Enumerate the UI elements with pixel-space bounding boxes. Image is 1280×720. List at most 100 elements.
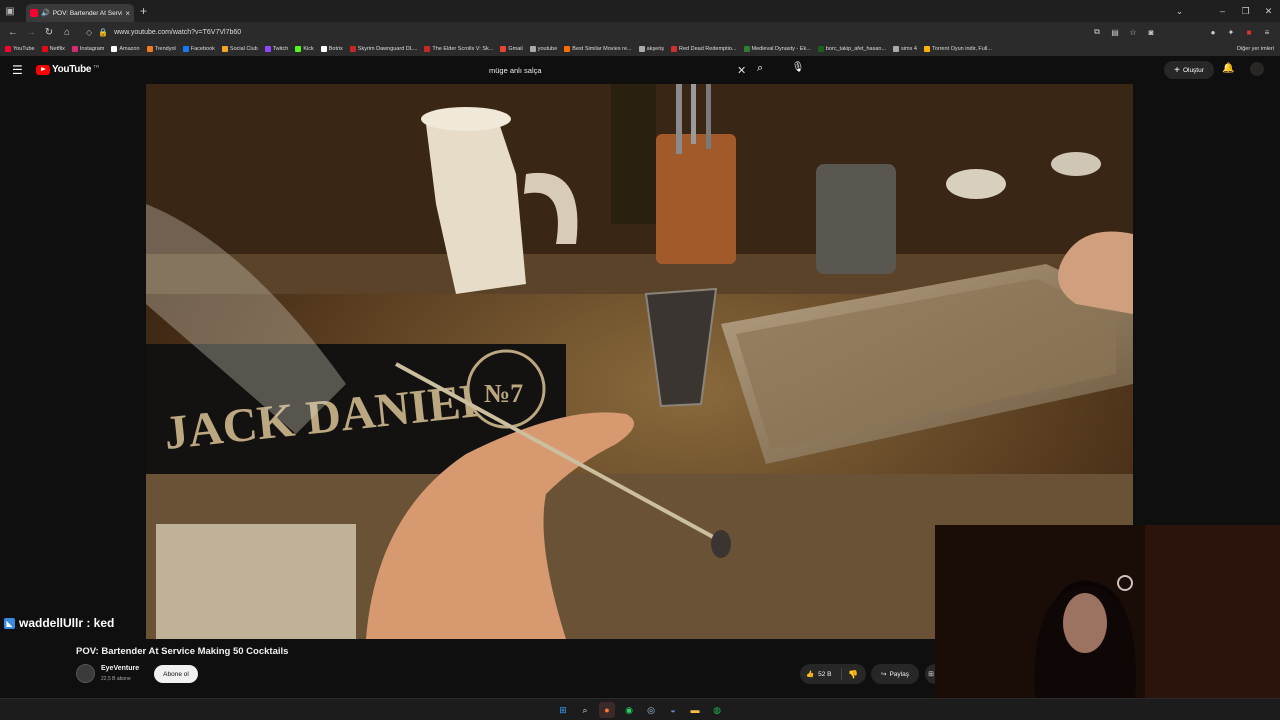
windows-taskbar: ⊞ ⌕ ● ◉ ◎ ◒ ▬ ◍: [0, 698, 1280, 720]
chat-message: waddellUllr : ked: [19, 616, 115, 630]
search-icon[interactable]: ⌕: [757, 62, 763, 75]
other-bookmarks[interactable]: Diğer yer imleri: [1237, 42, 1274, 56]
bookmark-item[interactable]: Skyrim Dawnguard DL...: [349, 46, 418, 52]
taskbar-search-icon[interactable]: ⌕: [577, 702, 593, 718]
speaker-icon[interactable]: 🔊: [41, 9, 50, 17]
taskbar-icons: ⊞ ⌕ ● ◉ ◎ ◒ ▬ ◍: [555, 702, 725, 718]
forward-icon[interactable]: →: [22, 27, 40, 38]
back-icon[interactable]: ←: [4, 27, 22, 38]
spotify-icon[interactable]: ◍: [709, 702, 725, 718]
bookmark-favicon-icon: [923, 46, 930, 52]
chat-overlay: ◣ waddellUllr : ked: [4, 616, 114, 630]
bookmark-item[interactable]: borc_takip_afet_hasan...: [817, 46, 886, 52]
notifications-bell-icon[interactable]: 🔔: [1222, 63, 1234, 74]
bookmark-favicon-icon: [671, 46, 678, 52]
address-bar-row: ← → ↻ ⌂ ◇ 🔒 www.youtube.com/watch?v=T6V7…: [0, 22, 1280, 42]
bookmark-item[interactable]: Torrent Oyun indir, Full...: [923, 46, 992, 52]
video-title: POV: Bartender At Service Making 50 Cock…: [76, 646, 289, 657]
camera-icon[interactable]: ◙: [1144, 28, 1158, 37]
reader-icon[interactable]: ▤: [1108, 28, 1122, 37]
youtube-wordmark: YouTube: [52, 64, 92, 75]
minimize-icon[interactable]: –: [1211, 6, 1234, 16]
bookmark-item[interactable]: Facebook: [182, 46, 215, 52]
bookmark-star-icon[interactable]: ☆: [1126, 28, 1140, 37]
bookmark-item[interactable]: Social Club: [221, 46, 258, 52]
bookmark-item[interactable]: Twitch: [264, 46, 288, 52]
firefox-icon[interactable]: ●: [599, 702, 615, 718]
address-bar-actions: ⧉ ▤ ☆ ◙ ● ✦ ■ ≡: [1090, 22, 1274, 42]
bookmark-favicon-icon: [221, 46, 228, 52]
account-icon[interactable]: ●: [1206, 28, 1220, 37]
bookmark-label: Netflix: [49, 46, 65, 52]
bookmarks-bar: YouTube Netflix Instagram Amazon Trendyol Fac…: [0, 42, 1280, 56]
user-avatar[interactable]: [1250, 62, 1264, 76]
bookmark-item[interactable]: Red Dead Redemptio...: [671, 46, 737, 52]
bookmark-item[interactable]: Medieval Dynasty - Ek...: [743, 46, 811, 52]
close-window-icon[interactable]: ✕: [1257, 6, 1280, 17]
bookmark-item[interactable]: Trendyol: [146, 46, 176, 52]
bookmark-favicon-icon: [111, 46, 118, 52]
whatsapp-icon[interactable]: ◉: [621, 702, 637, 718]
microphone-icon[interactable]: 🎙: [791, 62, 805, 76]
youtube-favicon-icon: [30, 9, 38, 17]
bookmark-favicon-icon: [893, 46, 900, 52]
bookmark-item[interactable]: Instagram: [71, 46, 104, 52]
bookmark-favicon-icon: [638, 46, 645, 52]
bookmark-label: Botrix: [328, 46, 343, 52]
lock-icon[interactable]: 🔒: [98, 28, 108, 37]
like-button[interactable]: 👍 52 B: [800, 668, 842, 680]
bookmark-label: Skyrim Dawnguard DL...: [357, 46, 418, 52]
share-button[interactable]: ↪ Paylaş: [871, 664, 919, 684]
bookmark-item[interactable]: The Elder Scrolls V: Sk...: [424, 46, 493, 52]
bookmark-label: Amazon: [119, 46, 140, 52]
search-input[interactable]: müge anlı salça: [483, 66, 737, 75]
discord-icon[interactable]: ◒: [665, 702, 681, 718]
reload-icon[interactable]: ↻: [40, 27, 58, 38]
youtube-play-icon: [36, 64, 50, 75]
thumbs-down-icon[interactable]: 👎: [842, 670, 858, 679]
bookmark-label: Best Similar Movies re...: [572, 46, 632, 52]
bookmark-favicon-icon: [743, 46, 750, 52]
subscribe-button[interactable]: Abone ol: [154, 665, 198, 683]
bookmark-favicon-icon: [71, 46, 78, 52]
extensions-icon[interactable]: ✦: [1224, 28, 1238, 37]
menu-icon[interactable]: ≡: [1260, 28, 1274, 37]
channel-avatar[interactable]: [76, 664, 95, 683]
bookmark-favicon-icon: [5, 46, 11, 52]
bookmark-item[interactable]: Best Similar Movies re...: [564, 46, 632, 52]
tab-search-icon[interactable]: ⌄: [1168, 6, 1191, 17]
file-explorer-icon[interactable]: ▬: [687, 702, 703, 718]
clear-search-icon[interactable]: ✕: [737, 64, 751, 77]
bookmark-item[interactable]: akşeriş: [638, 46, 664, 52]
share-icon: ↪: [881, 671, 887, 678]
hamburger-menu-icon[interactable]: ☰: [12, 63, 23, 77]
windows-start-icon[interactable]: ⊞: [555, 702, 571, 718]
bookmark-item[interactable]: Amazon: [111, 46, 140, 52]
steam-icon[interactable]: ◎: [643, 702, 659, 718]
bookmark-label: Gmail: [508, 46, 523, 52]
profile-icon[interactable]: ■: [1242, 28, 1256, 37]
search-box[interactable]: müge anlı salça ✕ ⌕: [483, 60, 763, 80]
youtube-logo[interactable]: YouTube TR: [36, 64, 99, 75]
bookmark-item[interactable]: sims 4: [893, 46, 917, 52]
like-count: 52 B: [818, 670, 832, 678]
bookmark-item[interactable]: Botrix: [320, 46, 343, 52]
bookmark-item[interactable]: Gmail: [500, 46, 523, 52]
home-icon[interactable]: ⌂: [58, 27, 76, 38]
bookmark-favicon-icon: [264, 46, 271, 52]
media-icon[interactable]: ⧉: [1090, 27, 1104, 37]
bookmark-item[interactable]: youtube: [529, 46, 557, 52]
channel-name[interactable]: EyeVenture: [101, 665, 139, 672]
bookmark-item[interactable]: Netflix: [41, 46, 65, 52]
browser-tab-active[interactable]: 🔊 POV: Bartender At Service Making 50 Co…: [26, 4, 134, 22]
new-tab-button[interactable]: +: [140, 4, 147, 18]
bookmark-item[interactable]: YouTube: [5, 46, 35, 52]
browser-tab-bar: ▣ 🔊 POV: Bartender At Service Making 50 …: [0, 0, 1280, 22]
create-button[interactable]: + Oluştur: [1164, 61, 1214, 79]
tab-list-icon[interactable]: ▣: [0, 0, 20, 22]
url-field[interactable]: ◇ 🔒 www.youtube.com/watch?v=T6V7Vl7b60: [86, 28, 241, 37]
restore-icon[interactable]: ❐: [1234, 6, 1257, 17]
shield-icon[interactable]: ◇: [86, 28, 92, 37]
bookmark-item[interactable]: Kick: [295, 46, 314, 52]
close-tab-icon[interactable]: ×: [125, 9, 130, 18]
